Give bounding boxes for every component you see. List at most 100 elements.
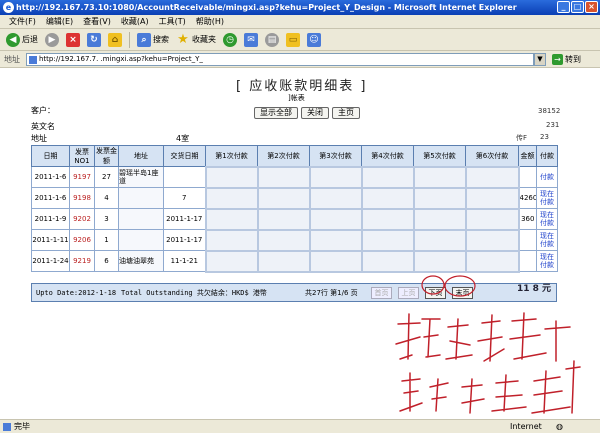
col-delivery-date: 交货日期: [163, 145, 206, 167]
cell-payment-6: [464, 228, 520, 252]
cell-invoice-no: 9198: [69, 187, 95, 209]
cell-payment-1: [204, 249, 259, 273]
page-content: [ 应收账款明细表 ] ]帐表 显示全部 关闭 主页 客户： 英文名 地址 4室…: [0, 69, 600, 419]
prev-page-button[interactable]: 上页: [398, 287, 419, 299]
cell-invoice-no: 9206: [69, 229, 95, 251]
address-dropdown-button[interactable]: ▼: [534, 52, 546, 66]
maximize-button[interactable]: □: [571, 1, 584, 13]
ie-logo-icon: e: [3, 2, 14, 13]
col-invoice-no: 发票NO1: [69, 145, 95, 167]
go-arrow-icon: →: [552, 53, 563, 65]
menu-help[interactable]: 帮助(H): [191, 15, 229, 28]
mail-icon: ✉: [244, 32, 258, 47]
folder-icon: ▭: [286, 32, 300, 47]
cell-invoice-amount: 27: [94, 166, 119, 188]
cell-payment-1: [204, 207, 259, 231]
table-row: 2011-1-6 9198 4 7 4260 现在 付款: [31, 186, 558, 210]
home-button[interactable]: ⌂: [106, 31, 124, 49]
window-titlebar: e http://192.167.73.10:1080/AccountRecei…: [0, 0, 600, 15]
cell-date: 2011-1-6: [31, 187, 70, 209]
col-payment-2: 第2次付款: [257, 145, 310, 167]
back-label: 后退: [22, 35, 38, 44]
cell-address: 碧瑶半岛1座 道: [118, 166, 164, 188]
search-button[interactable]: ⌕ 搜索: [135, 31, 171, 49]
cell-payment-4: [360, 249, 415, 273]
cell-delivery-date: [163, 166, 206, 188]
cell-payment-2: [256, 249, 311, 273]
close-window-button[interactable]: ×: [585, 1, 598, 13]
close-button[interactable]: 关闭: [301, 107, 329, 119]
first-page-button[interactable]: 首页: [371, 287, 392, 299]
address-info-tail: 4室: [176, 134, 190, 143]
history-button[interactable]: ◷: [221, 31, 239, 49]
col-address: 地址: [118, 145, 164, 167]
pay-link[interactable]: 现在 付款: [536, 250, 558, 272]
messenger-button[interactable]: ☺: [305, 31, 323, 49]
address-input[interactable]: http://192.167.7. .mingxi.asp?kehu=Proje…: [26, 52, 534, 66]
stop-button[interactable]: ×: [64, 31, 82, 49]
cell-date: 2011-1-6: [31, 166, 70, 188]
favorites-label: 收藏夹: [192, 35, 216, 44]
col-invoice-amount: 发票金额: [94, 145, 119, 167]
address-url: http://192.167.7. .mingxi.asp?kehu=Proje…: [39, 54, 203, 63]
address-info-label: 地址: [31, 134, 47, 143]
pay-link[interactable]: 付款: [536, 166, 558, 188]
cell-invoice-amount: 6: [94, 250, 119, 272]
show-all-button[interactable]: 显示全部: [254, 107, 298, 119]
cell-payment-5: [412, 186, 467, 210]
security-zone: Internet: [510, 422, 542, 431]
status-text: 完毕: [14, 422, 30, 431]
window-controls: _ □ ×: [557, 1, 598, 13]
cell-address: [118, 187, 164, 209]
cell-delivery-date: 7: [163, 187, 206, 209]
last-page-button[interactable]: 末页: [452, 287, 473, 299]
menu-favorites[interactable]: 收藏(A): [116, 15, 154, 28]
cell-payment-1: [204, 186, 259, 210]
cell-payment-2: [256, 165, 311, 189]
search-icon: ⌕: [137, 32, 151, 47]
cell-payment-4: [360, 186, 415, 210]
pay-link[interactable]: 现在 付款: [536, 208, 558, 230]
cell-delivery-date: 11-1-21: [163, 250, 206, 272]
refresh-icon: ↻: [87, 32, 101, 47]
menu-tools[interactable]: 工具(T): [154, 15, 191, 28]
menu-view[interactable]: 查看(V): [78, 15, 116, 28]
pay-link[interactable]: 现在 付款: [536, 187, 558, 209]
star-icon: ★: [177, 31, 189, 47]
search-label: 搜索: [153, 35, 169, 44]
cell-delivery-date: 2011-1-17: [163, 229, 206, 251]
cell-payment-4: [360, 165, 415, 189]
favorites-button[interactable]: ★ 收藏夹: [174, 31, 218, 49]
table-row: 2011-1-11 9206 1 2011-1-17 现在 付款: [31, 228, 558, 252]
cell-amount: [518, 166, 537, 188]
cell-payment-1: [204, 165, 259, 189]
toolbar: ◀ 后退 ▶ × ↻ ⌂ ⌕ 搜索 ★ 收藏夹 ◷ ✉ ▤ ▭ ☺: [0, 29, 600, 51]
customer-label: 客户：: [31, 106, 55, 115]
minimize-button[interactable]: _: [557, 1, 570, 13]
cell-date: 2011-1-11: [31, 229, 70, 251]
menu-file[interactable]: 文件(F): [4, 15, 41, 28]
cell-payment-3: [308, 165, 363, 189]
refresh-button[interactable]: ↻: [85, 31, 103, 49]
col-payment-5: 第5次付款: [413, 145, 466, 167]
pay-link[interactable]: 现在 付款: [536, 229, 558, 251]
menu-bar: 文件(F) 编辑(E) 查看(V) 收藏(A) 工具(T) 帮助(H): [0, 15, 600, 29]
go-button[interactable]: → 转到: [552, 53, 581, 65]
back-button[interactable]: ◀ 后退: [4, 31, 40, 49]
print-button[interactable]: ▤: [263, 31, 281, 49]
toolbar-separator: [129, 31, 130, 48]
cell-address: [118, 208, 164, 230]
address-bar: 地址 http://192.167.7. .mingxi.asp?kehu=Pr…: [0, 51, 600, 68]
menu-edit[interactable]: 编辑(E): [41, 15, 78, 28]
forward-button[interactable]: ▶: [43, 31, 61, 49]
cell-amount: [518, 229, 537, 251]
cell-payment-4: [360, 207, 415, 231]
mail-button[interactable]: ✉: [242, 31, 260, 49]
home-page-button[interactable]: 主页: [332, 107, 360, 119]
folder-button[interactable]: ▭: [284, 31, 302, 49]
messenger-icon: ☺: [307, 32, 321, 47]
cell-invoice-amount: 1: [94, 229, 119, 251]
fax-value: 231: [546, 121, 560, 129]
next-page-button[interactable]: 下页: [425, 287, 446, 299]
print-icon: ▤: [265, 32, 279, 47]
